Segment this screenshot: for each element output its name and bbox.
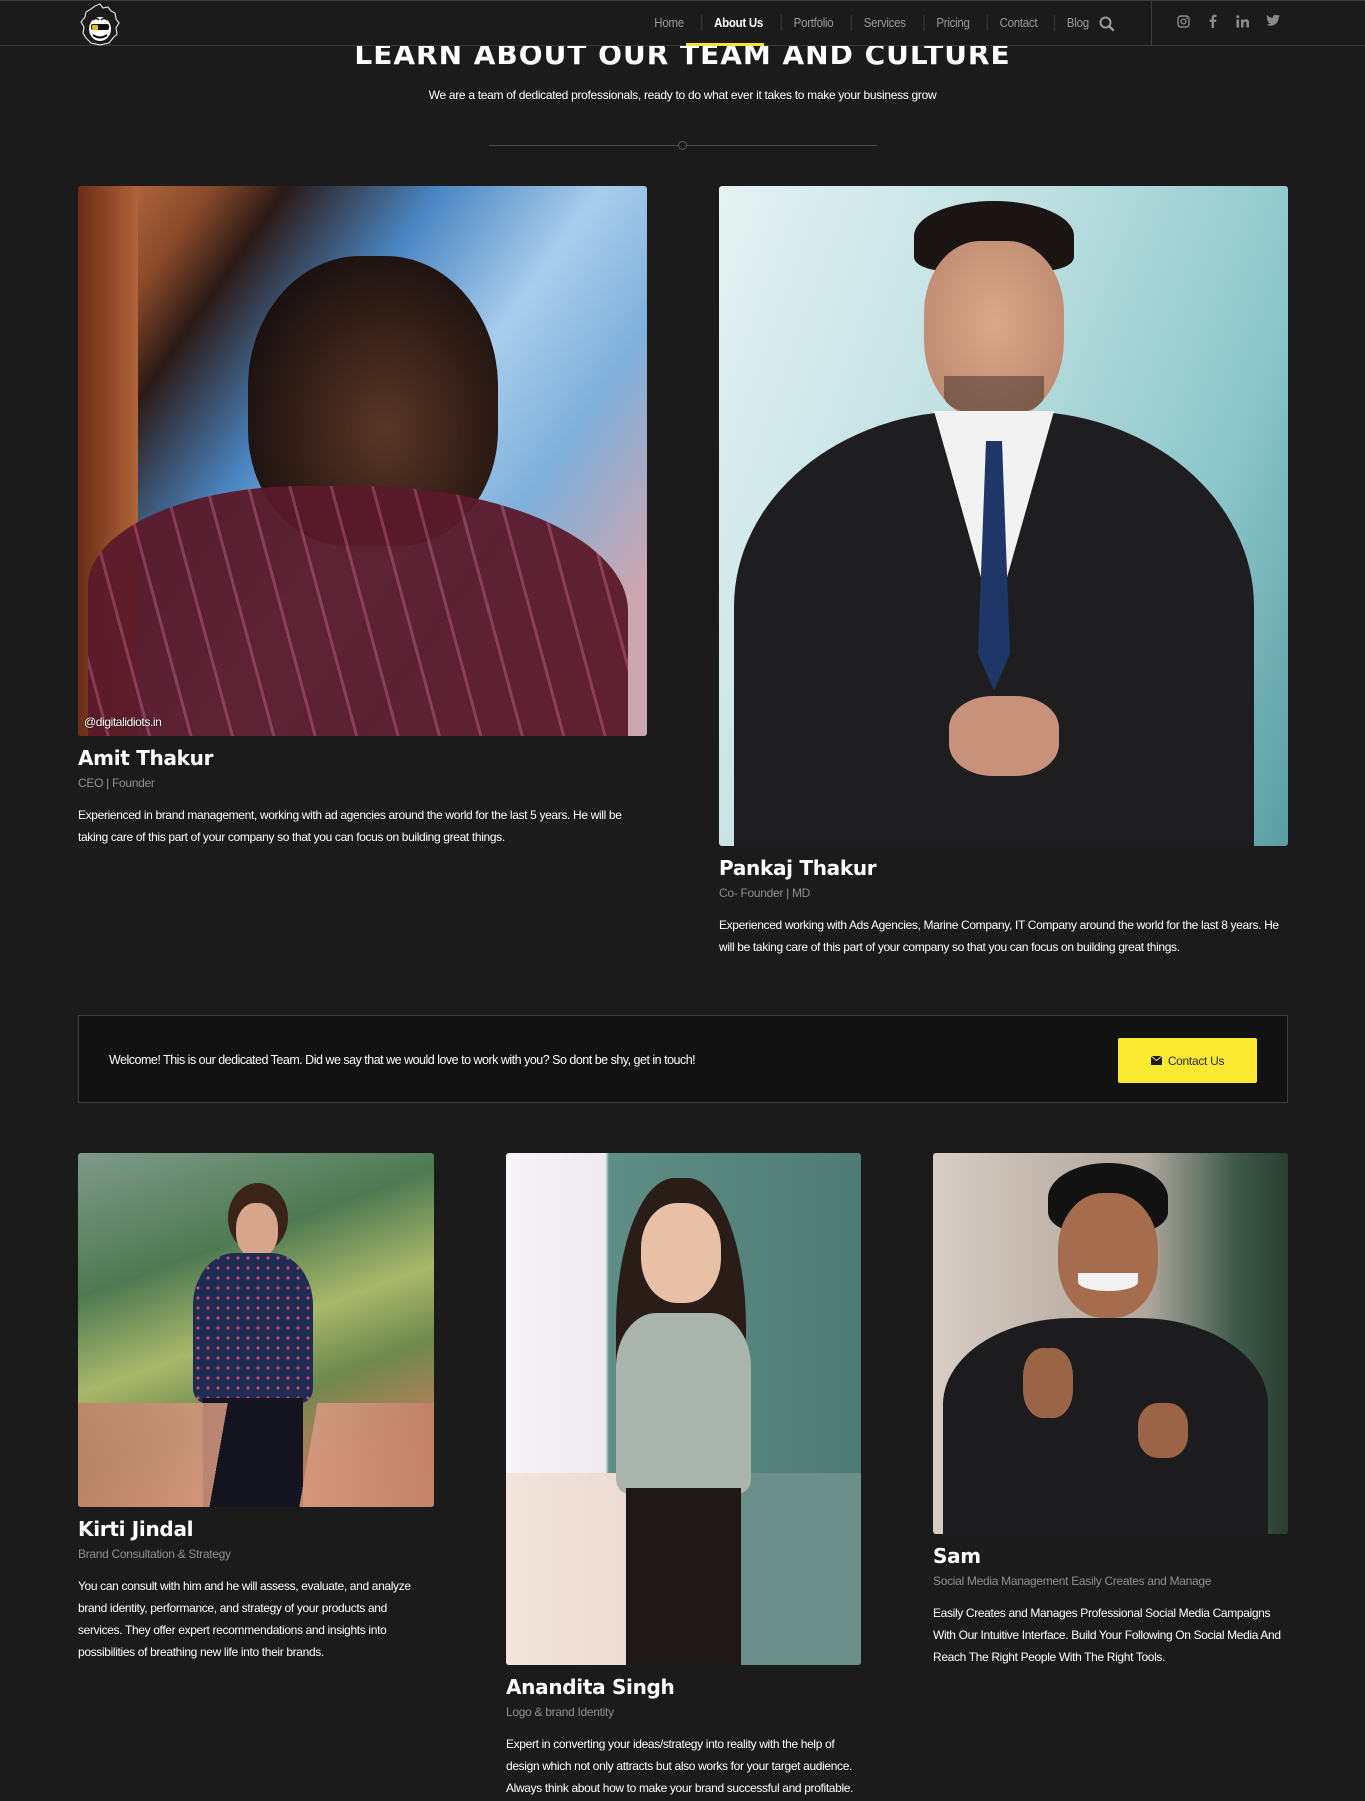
member-name: Pankaj Thakur: [719, 856, 877, 880]
member-name: Anandita Singh: [506, 1675, 675, 1699]
member-name: Kirti Jindal: [78, 1517, 194, 1541]
member-role: Social Media Management Easily Creates a…: [933, 1574, 1212, 1588]
team-member-photo: [506, 1153, 861, 1665]
member-role: Co- Founder | MD: [719, 886, 811, 900]
member-name: Amit Thakur: [78, 746, 214, 770]
nav-home[interactable]: Home: [642, 15, 696, 31]
contact-us-label: Contact Us: [1167, 1053, 1225, 1068]
active-nav-indicator: [686, 43, 764, 46]
member-role: CEO | Founder: [78, 776, 155, 790]
linkedin-icon[interactable]: [1235, 13, 1251, 29]
logo[interactable]: [78, 2, 122, 46]
team-member-photo: [78, 1153, 434, 1507]
facebook-icon[interactable]: [1205, 13, 1221, 29]
nav-about-us[interactable]: About Us: [701, 15, 775, 31]
separator-line-left: [489, 145, 678, 146]
member-description: Easily Creates and Manages Professional …: [933, 1606, 1281, 1664]
page-subtitle: We are a team of dedicated professionals…: [428, 88, 937, 102]
team-member-photo: [719, 186, 1288, 846]
member-name: Sam: [933, 1544, 981, 1568]
main-nav: Home About Us Portfolio Services Pricing…: [640, 1, 1103, 45]
social-links: [1175, 13, 1281, 29]
team-member-card: @digitalidiots.in Amit Thakur CEO | Foun…: [78, 186, 648, 848]
member-description: Experienced working with Ads Agencies, M…: [719, 918, 1279, 954]
member-description: Expert in converting your ideas/strategy…: [506, 1737, 854, 1795]
team-member-photo: @digitalidiots.in: [78, 186, 647, 736]
team-member-card: Anandita Singh Logo & brand Identity Exp…: [506, 1153, 862, 1799]
site-header: Home About Us Portfolio Services Pricing…: [0, 0, 1365, 46]
member-role: Brand Consultation & Strategy: [78, 1547, 231, 1561]
gorilla-logo-icon: [80, 3, 120, 46]
instagram-icon[interactable]: [1175, 13, 1191, 29]
member-description: You can consult with him and he will ass…: [78, 1579, 411, 1659]
team-member-photo: [933, 1153, 1288, 1534]
nav-blog[interactable]: Blog: [1054, 15, 1101, 31]
team-member-card: Pankaj Thakur Co- Founder | MD Experienc…: [719, 186, 1289, 958]
member-description: Experienced in brand management, working…: [78, 808, 622, 844]
team-member-card: Kirti Jindal Brand Consultation & Strate…: [78, 1153, 434, 1663]
member-role: Logo & brand Identity: [506, 1705, 614, 1719]
envelope-icon: [1150, 1054, 1163, 1068]
nav-contact[interactable]: Contact: [986, 15, 1050, 31]
nav-portfolio[interactable]: Portfolio: [781, 15, 846, 31]
twitter-icon[interactable]: [1265, 13, 1281, 29]
header-divider: [1151, 1, 1152, 46]
search-icon[interactable]: [1098, 15, 1116, 33]
nav-services[interactable]: Services: [851, 15, 918, 31]
photo-watermark: @digitalidiots.in: [84, 715, 162, 729]
separator-dot: [678, 141, 687, 150]
team-member-card: Sam Social Media Management Easily Creat…: [933, 1153, 1289, 1668]
callout-text: Welcome! This is our dedicated Team. Did…: [109, 1053, 696, 1067]
contact-us-button[interactable]: Contact Us: [1118, 1038, 1257, 1083]
contact-callout: Welcome! This is our dedicated Team. Did…: [78, 1015, 1288, 1103]
separator-line-right: [687, 145, 877, 146]
nav-pricing[interactable]: Pricing: [923, 15, 982, 31]
